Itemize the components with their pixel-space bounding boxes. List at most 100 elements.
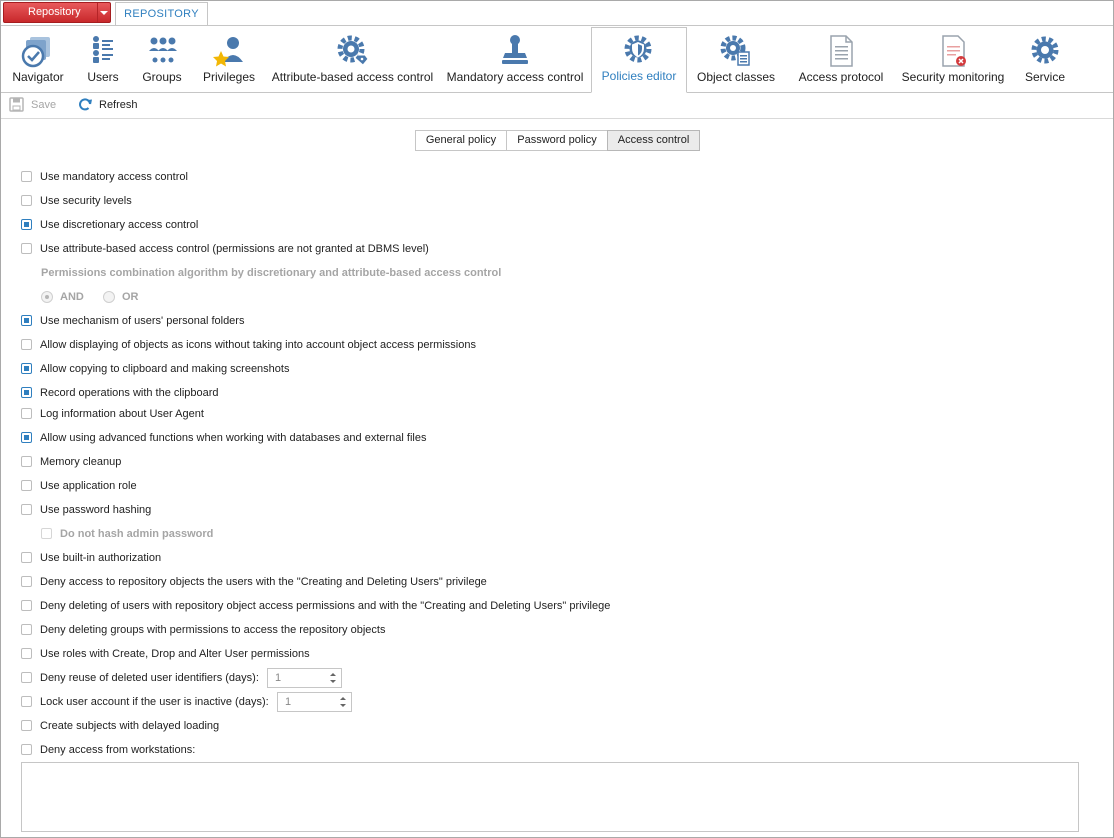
ribbon-item-label: Navigator <box>12 70 64 84</box>
checkbox[interactable] <box>21 243 32 254</box>
ribbon-mandatory-access-control[interactable]: Mandatory access control <box>444 28 586 91</box>
ribbon-item-label: Security monitoring <box>901 70 1005 84</box>
repository-button-label: Repository <box>28 6 81 18</box>
option-label: Use attribute-based access control (perm… <box>40 243 429 255</box>
groups-icon <box>149 37 177 63</box>
ribbon-item-label: Users <box>87 70 119 84</box>
ribbon-item-label: Mandatory access control <box>446 70 584 84</box>
combination-title-label: Permissions combination algorithm by dis… <box>41 267 502 279</box>
ribbon-attribute-based-access-control[interactable]: Attribute-based access control <box>269 28 436 91</box>
option-label: Record operations with the clipboard <box>40 387 219 399</box>
option-label: Use password hashing <box>40 504 152 516</box>
ribbon-policies-editor[interactable]: Policies editor <box>591 27 687 93</box>
option-label: Use roles with Create, Drop and Alter Us… <box>40 648 310 660</box>
ribbon-object-classes[interactable]: Object classes <box>694 28 778 91</box>
checkbox[interactable] <box>21 171 32 182</box>
tab-access-control[interactable]: Access control <box>607 130 700 151</box>
ribbon: Navigator Users Groups Privileges Attrib… <box>1 26 1113 93</box>
checkbox[interactable] <box>41 528 52 539</box>
refresh-button[interactable]: Refresh <box>77 96 147 114</box>
option-label: Lock user account if the user is inactiv… <box>40 696 269 708</box>
option-label: Use mandatory access control <box>40 171 188 183</box>
checkbox[interactable] <box>21 720 32 731</box>
workstations-textarea[interactable] <box>21 762 1079 832</box>
ribbon-item-label: Object classes <box>696 70 776 84</box>
checkbox[interactable] <box>21 504 32 515</box>
ribbon-privileges[interactable]: Privileges <box>197 28 261 91</box>
stepper-down-icon[interactable] <box>330 680 336 683</box>
ribbon-groups[interactable]: Groups <box>135 28 189 91</box>
save-icon <box>9 97 24 112</box>
ribbon-item-label: Groups <box>142 70 182 84</box>
radio-label: AND <box>60 291 84 303</box>
option-label: Use mechanism of users' personal folders <box>40 315 245 327</box>
checkbox[interactable] <box>21 576 32 587</box>
tab-general-policy[interactable]: General policy <box>415 130 507 151</box>
radio-label: OR <box>122 291 139 303</box>
users-icon <box>93 36 113 63</box>
tab-repository[interactable]: REPOSITORY <box>115 2 208 25</box>
ribbon-access-protocol[interactable]: Access protocol <box>793 28 889 91</box>
option-label: Create subjects with delayed loading <box>40 720 220 732</box>
toolbar: Save Refresh <box>1 92 1113 119</box>
top-tab-strip: Repository REPOSITORY <box>1 1 1113 26</box>
option-label: Use application role <box>40 480 137 492</box>
checkbox[interactable] <box>21 552 32 563</box>
option-label: Do not hash admin password <box>60 528 214 540</box>
option-label: Deny access to repository objects the us… <box>40 576 487 588</box>
navigator-icon <box>21 37 50 68</box>
refresh-label: Refresh <box>99 99 138 111</box>
save-button[interactable]: Save <box>9 96 61 114</box>
stepper-value: 1 <box>275 672 282 684</box>
ribbon-security-monitoring[interactable]: Security monitoring <box>897 28 1009 91</box>
checkbox[interactable] <box>21 195 32 206</box>
lock-inactive-days-stepper[interactable]: 1 <box>277 692 352 712</box>
option-label: Allow using advanced functions when work… <box>40 432 427 444</box>
checkbox[interactable] <box>21 219 32 230</box>
option-label: Memory cleanup <box>40 456 122 468</box>
repository-menu-button[interactable]: Repository <box>3 2 111 23</box>
checkbox[interactable] <box>21 339 32 350</box>
checkbox[interactable] <box>21 696 32 707</box>
ribbon-service[interactable]: Service <box>1017 28 1073 91</box>
checkbox[interactable] <box>21 672 32 683</box>
checkbox[interactable] <box>21 315 32 326</box>
stepper-up-icon[interactable] <box>330 673 336 676</box>
refresh-icon <box>79 98 92 111</box>
checkbox[interactable] <box>21 432 32 443</box>
shield-gear-icon <box>624 35 652 63</box>
checkbox[interactable] <box>21 387 32 398</box>
attribute-gear-icon <box>337 35 369 66</box>
checkbox[interactable] <box>21 480 32 491</box>
radio-button[interactable] <box>103 291 115 303</box>
ribbon-item-label: Policies editor <box>601 69 677 83</box>
chevron-down-icon[interactable] <box>97 3 110 22</box>
ribbon-navigator[interactable]: Navigator <box>6 28 70 91</box>
object-classes-icon <box>720 35 750 66</box>
option-label: Deny access from workstations: <box>40 744 196 756</box>
checkbox[interactable] <box>21 744 32 755</box>
option-label: Allow copying to clipboard and making sc… <box>40 363 290 375</box>
ribbon-users[interactable]: Users <box>79 28 127 91</box>
option-label: Deny deleting groups with permissions to… <box>40 624 386 636</box>
stepper-up-icon[interactable] <box>340 697 346 700</box>
save-label: Save <box>31 99 57 111</box>
option-label: Use built-in authorization <box>40 552 162 564</box>
ribbon-item-label: Access protocol <box>798 70 884 84</box>
stepper-down-icon[interactable] <box>340 704 346 707</box>
ribbon-item-label: Privileges <box>202 70 256 84</box>
ribbon-item-label: Attribute-based access control <box>271 70 434 84</box>
deny-reuse-days-stepper[interactable]: 1 <box>267 668 342 688</box>
stamp-icon <box>502 35 528 64</box>
option-label: Use discretionary access control <box>40 219 199 231</box>
checkbox[interactable] <box>21 363 32 374</box>
tab-password-policy[interactable]: Password policy <box>506 130 608 151</box>
security-monitoring-icon <box>942 35 966 67</box>
checkbox[interactable] <box>21 648 32 659</box>
checkbox[interactable] <box>21 456 32 467</box>
checkbox[interactable] <box>21 408 32 419</box>
radio-button[interactable] <box>41 291 53 303</box>
gear-icon <box>1031 36 1059 64</box>
checkbox[interactable] <box>21 600 32 611</box>
checkbox[interactable] <box>21 624 32 635</box>
